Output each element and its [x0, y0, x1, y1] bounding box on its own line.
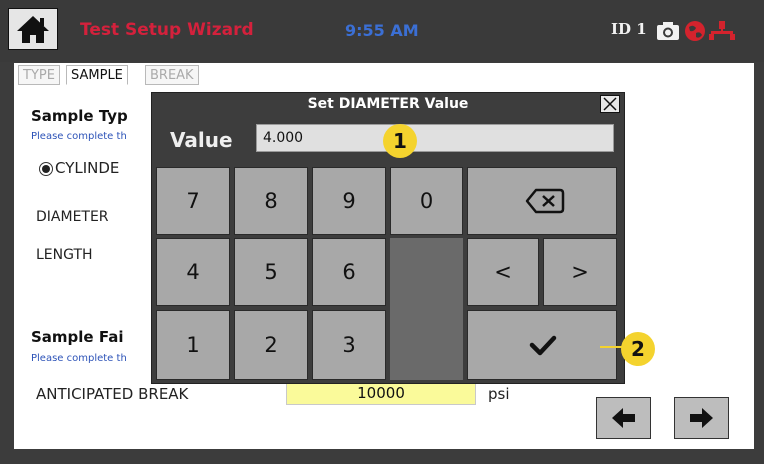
radio-dot [42, 165, 50, 173]
tab-break[interactable]: BREAK [145, 65, 199, 85]
key-2[interactable]: 2 [234, 310, 308, 380]
anticipated-break-label: ANTICIPATED BREAK [36, 385, 189, 403]
close-icon [603, 97, 617, 111]
sample-failure-hint: Please complete th [31, 353, 127, 364]
value-input[interactable]: 4.000 [256, 124, 614, 152]
dialog-close-button[interactable] [600, 95, 620, 113]
cursor-left-button[interactable]: < [467, 238, 539, 306]
anticipated-break-input[interactable]: 10000 [286, 381, 476, 405]
cylinder-radio[interactable] [39, 162, 53, 176]
key-6[interactable]: 6 [312, 238, 386, 306]
sample-type-hint: Please complete th [31, 131, 127, 142]
next-button[interactable] [674, 397, 729, 439]
sample-type-heading: Sample Typ [31, 107, 128, 125]
cylinder-option-label: CYLINDE [55, 159, 120, 177]
length-label: LENGTH [36, 247, 93, 263]
psi-unit-label: psi [488, 385, 510, 403]
callout-2-leader-line [600, 346, 622, 348]
arrow-left-icon [612, 408, 635, 428]
back-button[interactable] [596, 397, 651, 439]
home-icon [17, 16, 49, 43]
key-9[interactable]: 9 [312, 167, 386, 235]
key-0[interactable]: 0 [390, 167, 463, 235]
cursor-right-button[interactable]: > [543, 238, 617, 306]
key-3[interactable]: 3 [312, 310, 386, 380]
diameter-label: DIAMETER [36, 209, 109, 225]
key-7[interactable]: 7 [156, 167, 230, 235]
checkmark-icon [529, 335, 557, 356]
backspace-icon [525, 188, 565, 214]
id-label: ID 1 [611, 20, 647, 38]
camera-icon[interactable] [656, 21, 680, 41]
confirm-button[interactable] [467, 310, 617, 380]
tab-sample[interactable]: SAMPLE [66, 65, 128, 85]
key-4[interactable]: 4 [156, 238, 230, 306]
key-8[interactable]: 8 [234, 167, 308, 235]
tab-type[interactable]: TYPE [18, 65, 60, 85]
home-button[interactable] [8, 8, 58, 50]
arrow-right-icon [690, 408, 713, 428]
keypad-gap [390, 238, 463, 380]
network-icon[interactable] [708, 20, 736, 42]
key-5[interactable]: 5 [234, 238, 308, 306]
globe-icon[interactable] [684, 20, 706, 42]
value-label: Value [170, 128, 233, 152]
backspace-button[interactable] [467, 167, 617, 235]
key-1[interactable]: 1 [156, 310, 230, 380]
header-bar: Test Setup Wizard 9:55 AM ID 1 [0, 0, 764, 62]
callout-2: 2 [621, 332, 655, 366]
callout-1: 1 [383, 124, 417, 158]
dialog-title: Set DIAMETER Value [307, 96, 469, 112]
page-title: Test Setup Wizard [80, 20, 254, 40]
clock-text: 9:55 AM [345, 21, 419, 40]
sample-failure-heading: Sample Fai [31, 328, 124, 346]
